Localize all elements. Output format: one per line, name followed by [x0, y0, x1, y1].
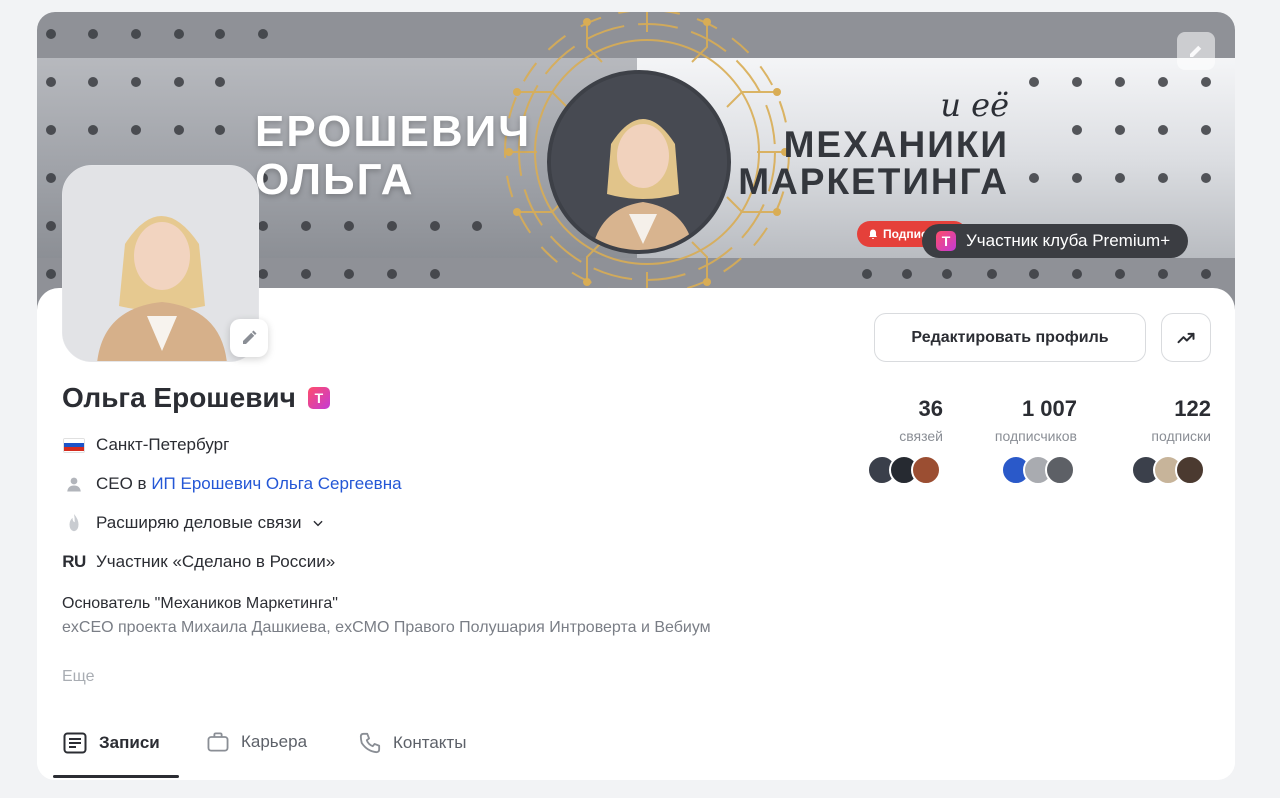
bell-icon — [869, 229, 877, 239]
avatar — [1175, 455, 1205, 485]
profile-tabs: Записи Карьера Контакты — [37, 712, 1235, 780]
tab-career[interactable]: Карьера — [207, 732, 307, 752]
trending-up-icon — [1177, 332, 1195, 343]
stat-following[interactable]: 122 подписки — [1127, 396, 1211, 444]
edit-avatar-button[interactable] — [230, 319, 268, 357]
company-link[interactable]: ИП Ерошевич Ольга Сергеевна — [151, 474, 401, 493]
stat-connections[interactable]: 36 связей — [867, 396, 943, 444]
premium-club-badge[interactable]: T Участник клуба Premium+ — [922, 224, 1189, 258]
banner-slogan: МЕХАНИКИ МАРКЕТИНГА — [738, 124, 1009, 202]
ru-mark: RU — [62, 552, 86, 571]
flame-icon — [69, 514, 79, 532]
made-in-russia-row: RU Участник «Сделано в России» — [62, 552, 336, 571]
briefcase-icon — [207, 732, 229, 752]
about-title: Основатель "Механиков Маркетинга" — [62, 595, 338, 612]
posts-icon — [63, 732, 87, 754]
person-icon — [67, 477, 81, 492]
edit-profile-button[interactable]: Редактировать профиль — [874, 313, 1146, 362]
profile-card: ЕРОШЕВИЧ ОЛЬГА и её МЕХАНИКИ МАРКЕТИНГА … — [37, 12, 1235, 780]
chevron-down-icon — [313, 520, 324, 527]
avatar — [1045, 455, 1075, 485]
t-logo-icon: T — [936, 231, 956, 251]
pencil-icon — [243, 330, 257, 344]
following-avatars[interactable] — [1131, 455, 1205, 485]
russia-flag-icon — [63, 437, 85, 453]
banner-title: ЕРОШЕВИЧ ОЛЬГА — [255, 107, 532, 204]
job-row: CEO в ИП Ерошевич Ольга Сергеевна — [62, 474, 402, 494]
connections-avatars[interactable] — [867, 455, 941, 485]
followers-avatars[interactable] — [1001, 455, 1075, 485]
location-row: Санкт-Петербург — [62, 435, 229, 455]
edit-cover-button[interactable] — [1177, 32, 1215, 70]
statistics-button[interactable] — [1161, 313, 1211, 362]
tab-contacts[interactable]: Контакты — [359, 732, 466, 754]
pencil-icon — [1190, 45, 1202, 57]
phone-icon — [359, 732, 381, 754]
banner-slogan-prefix: и её — [940, 86, 1009, 124]
stat-followers[interactable]: 1 007 подписчиков — [977, 396, 1077, 444]
show-more-link[interactable]: Еще — [62, 668, 95, 686]
profile-name: Ольга Ерошевич T — [62, 382, 330, 414]
avatar — [911, 455, 941, 485]
banner-portrait-image — [547, 70, 731, 254]
about-subtitle: exCEO проекта Михаила Дашкиева, exCMO Пр… — [62, 619, 711, 636]
tab-posts[interactable]: Записи — [63, 732, 160, 754]
goal-dropdown[interactable]: Расширяю деловые связи — [62, 513, 325, 533]
t-logo-icon: T — [307, 387, 330, 409]
active-tab-indicator — [53, 775, 179, 778]
